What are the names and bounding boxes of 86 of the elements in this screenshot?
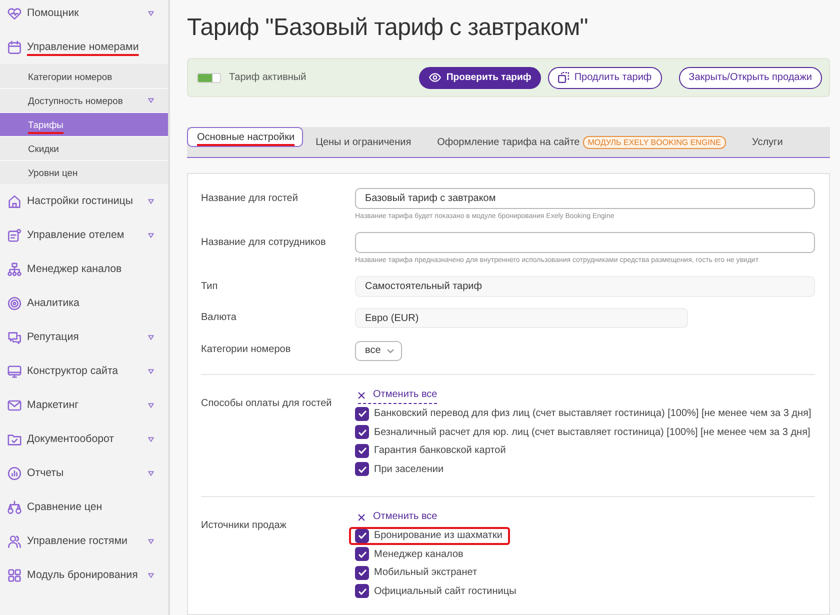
sidebar-item[interactable]: Аналитика <box>0 286 168 320</box>
check-icon <box>358 569 366 576</box>
check-icon <box>358 588 366 595</box>
chevron-down-icon <box>386 348 394 352</box>
bar-chart-circle-icon <box>7 466 22 480</box>
envelope-icon <box>7 398 22 412</box>
chat-bubbles-icon <box>7 330 22 344</box>
checkbox-option[interactable]: При заселении <box>349 460 452 478</box>
copy-icon <box>558 72 570 83</box>
close-icon <box>358 392 365 398</box>
tab[interactable]: Цены и ограничения <box>302 127 424 157</box>
field-label: Валюта <box>201 311 236 325</box>
toggle-switch[interactable] <box>197 72 221 82</box>
checkbox-option[interactable]: Мобильный экстранет <box>349 564 486 582</box>
checkbox-option[interactable]: Гарантия банковской картой <box>349 442 514 460</box>
cancel-all-link[interactable]: Отменить все <box>358 508 438 526</box>
checkbox[interactable] <box>355 566 369 580</box>
checkbox-option[interactable]: Безналичный расчет для юр. лиц (счет выставляет гостиница) [100%] [не менее чем за 3 дня] <box>349 423 818 442</box>
sidebar-item[interactable]: Менеджер каналов <box>0 252 168 286</box>
submenu-item[interactable]: Скидки <box>0 136 168 160</box>
check-icon <box>358 466 366 473</box>
section-label: Способы оплаты для гостей <box>201 396 332 410</box>
sidebar-item[interactable]: Управление отелем <box>0 218 168 252</box>
check-icon <box>358 410 366 418</box>
submenu-item[interactable]: Уровни цен <box>0 160 168 184</box>
checkbox-option[interactable]: Бронирование из шахматки <box>349 526 510 545</box>
sidebar-item[interactable]: Помощник <box>0 0 168 30</box>
sidebar-item[interactable]: Конструктор сайта <box>0 354 168 388</box>
document-badge-icon <box>7 228 22 242</box>
checkbox-option[interactable]: Официальный сайт гостиницы <box>349 582 524 600</box>
check-icon <box>358 447 366 454</box>
checkbox[interactable] <box>355 444 369 458</box>
monitor-icon <box>7 364 22 378</box>
action-button[interactable]: Продлить тариф <box>548 66 662 88</box>
tab[interactable]: Услуги <box>739 127 796 157</box>
check-icon <box>358 532 366 540</box>
sidebar-item[interactable]: Модуль бронирования <box>0 558 168 592</box>
field-label: Категории номеров <box>201 343 291 357</box>
tab[interactable]: Оформление тарифа на сайте МОДУЛЬ EXELY BOOKING ENGINE <box>424 127 740 157</box>
house-icon <box>7 194 22 208</box>
section-label: Источники продаж <box>201 518 286 532</box>
checkbox[interactable] <box>355 584 369 598</box>
readonly-field: Самостоятельный тариф <box>355 276 815 297</box>
text-input[interactable] <box>355 232 815 253</box>
text-input[interactable]: Базовый тариф с завтраком <box>355 188 815 209</box>
calendar-icon <box>7 40 22 54</box>
grid-icon <box>7 568 22 582</box>
tab[interactable]: Основные настройки <box>187 127 303 147</box>
checkbox-option[interactable]: Банковский перевод для физ лиц (счет выставляет гостиница) [100%] [не менее чем за 3 дня] <box>349 404 820 423</box>
module-badge: МОДУЛЬ EXELY BOOKING ENGINE <box>582 136 726 149</box>
readonly-field: Евро (EUR) <box>355 308 688 328</box>
action-button[interactable]: Закрыть/Открыть продажи <box>678 66 822 88</box>
checkbox[interactable] <box>355 547 369 562</box>
folder-check-icon <box>7 432 22 446</box>
page-title: Тариф "Базовый тариф с завтраком" <box>187 13 590 43</box>
checkbox[interactable] <box>355 462 369 476</box>
sidebar-item[interactable]: Управление номерами <box>0 30 168 64</box>
hierarchy-icon <box>7 262 22 276</box>
sidebar-item[interactable]: Документооборот <box>0 422 168 456</box>
eye-icon <box>429 73 442 82</box>
action-button[interactable]: Проверить тариф <box>419 66 542 88</box>
submenu-item[interactable]: Категории номеров <box>0 64 168 88</box>
heart-pulse-icon <box>7 6 22 20</box>
sidebar-item[interactable]: Управление гостями <box>0 524 168 558</box>
toggle-label: Тариф активный <box>229 72 306 83</box>
close-icon <box>358 514 365 520</box>
sidebar-item[interactable]: Сравнение цен <box>0 490 168 524</box>
checkbox[interactable] <box>355 425 369 440</box>
check-icon <box>358 550 366 558</box>
checkbox[interactable] <box>355 528 369 543</box>
checkbox[interactable] <box>355 406 369 421</box>
sidebar-item[interactable]: Репутация <box>0 320 168 354</box>
sidebar-item[interactable]: Настройки гостиницы <box>0 184 168 218</box>
field-label: Тип <box>201 280 218 294</box>
sidebar-item[interactable]: Маркетинг <box>0 388 168 422</box>
cancel-all-link[interactable]: Отменить все <box>358 386 438 404</box>
check-icon <box>358 428 366 436</box>
dropdown[interactable]: все <box>355 340 402 360</box>
field-label: Название для гостей <box>201 192 298 206</box>
target-icon <box>7 296 22 310</box>
checkbox-option[interactable]: Менеджер каналов <box>349 545 472 564</box>
submenu-item[interactable]: Тарифы <box>0 112 168 136</box>
users-icon <box>7 534 22 548</box>
sidebar-item[interactable]: Отчеты <box>0 456 168 490</box>
balance-scale-icon <box>7 500 22 514</box>
field-label: Название для сотрудников <box>201 236 326 250</box>
